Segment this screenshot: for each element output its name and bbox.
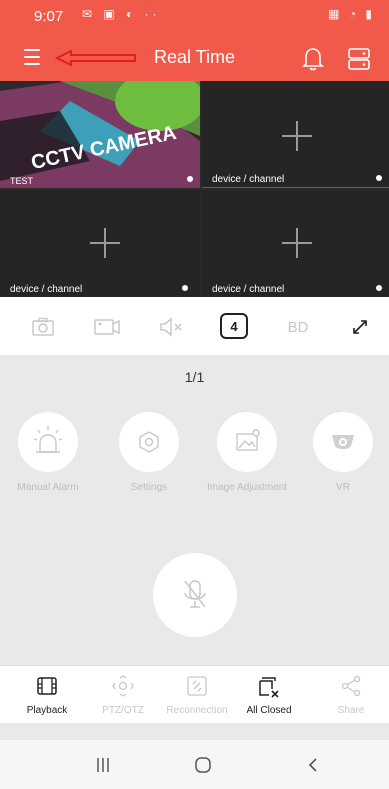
back-button[interactable]: [298, 753, 328, 777]
settings-icon: [139, 431, 159, 453]
reconnection-label: Reconnection: [166, 705, 228, 716]
recent-apps-button[interactable]: [88, 753, 118, 777]
notification-icons: ✉ ▣ ◐ ··: [82, 7, 161, 21]
playback-label: Playback: [26, 705, 68, 716]
talk-button[interactable]: [153, 553, 237, 637]
film-icon: [37, 677, 57, 695]
add-channel-icon[interactable]: [282, 121, 312, 151]
ptz-label: PTZ/OTZ: [102, 705, 144, 716]
dome-camera-icon: [332, 435, 354, 449]
system-nav-bar: [0, 740, 389, 789]
vr-button[interactable]: VR: [303, 412, 383, 493]
status-dot: [376, 175, 382, 181]
share-label: Share: [337, 705, 365, 716]
settings-button[interactable]: Settings: [109, 412, 189, 493]
status-dot: [182, 285, 188, 291]
split-screen-button[interactable]: 4: [220, 313, 248, 339]
all-closed-button[interactable]: All Closed: [232, 675, 306, 716]
expand-icon: [353, 320, 367, 334]
bottom-action-bar: Playback PTZ/OTZ Reconnection All Closed…: [0, 665, 389, 723]
page-indicator: 1/1: [184, 369, 205, 385]
share-button[interactable]: Share: [314, 675, 388, 716]
status-time: 9:07: [34, 8, 64, 25]
status-dot: [187, 176, 193, 182]
title-bar: Real Time: [0, 36, 389, 80]
reconnect-icon: [187, 676, 207, 696]
status-dot: [376, 285, 382, 291]
mute-button[interactable]: [157, 315, 185, 339]
playback-button[interactable]: Playback: [10, 675, 84, 716]
share-icon: [341, 675, 361, 697]
add-channel-icon[interactable]: [90, 228, 120, 258]
recent-apps-icon: [97, 758, 109, 772]
image-adjustment-button[interactable]: Image Adjustment: [207, 412, 287, 493]
snapshot-button[interactable]: [30, 315, 56, 339]
cell-label: device / channel: [212, 174, 285, 185]
video-cell-4[interactable]: device / channel: [202, 190, 389, 297]
image-adjust-icon: [236, 429, 260, 451]
add-channel-icon[interactable]: [282, 228, 312, 258]
camera-icon: [32, 317, 54, 336]
cell-label: device / channel: [212, 284, 285, 295]
cell-label: TEST: [10, 176, 34, 186]
ptz-button[interactable]: PTZ/OTZ: [86, 675, 160, 716]
settings-label: Settings: [130, 482, 168, 493]
system-icons: ▦ ◔ ▮: [328, 7, 375, 21]
app-header: 9:07 ✉ ▣ ◐ ·· ▦ ◔ ▮ Real Time: [0, 0, 389, 81]
bell-icon[interactable]: [301, 46, 325, 72]
record-button[interactable]: [92, 315, 122, 339]
reconnection-button[interactable]: Reconnection: [160, 675, 234, 716]
status-bar: 9:07 ✉ ▣ ◐ ·· ▦ ◔ ▮: [0, 0, 389, 28]
alarm-light-icon: [33, 426, 63, 453]
home-button[interactable]: [188, 753, 218, 777]
video-grid: CCTV CAMERA TEST device / channel device…: [0, 81, 389, 297]
manual-alarm-label: Manual Alarm: [17, 482, 79, 493]
fullscreen-button[interactable]: [348, 315, 372, 339]
home-icon: [195, 757, 211, 773]
video-record-icon: [94, 319, 120, 335]
video-cell-3[interactable]: device / channel: [0, 190, 200, 297]
manual-alarm-button[interactable]: Manual Alarm: [8, 412, 88, 493]
back-icon: [308, 758, 317, 772]
video-cell-1[interactable]: CCTV CAMERA TEST: [0, 81, 200, 188]
control-panel: 1/1 Manual Alarm Settings Image Adjustme…: [0, 355, 389, 665]
close-all-icon: [259, 677, 279, 698]
cell-label: device / channel: [10, 284, 83, 295]
all-closed-label: All Closed: [246, 705, 292, 716]
image-adjustment-label: Image Adjustment: [207, 482, 288, 493]
speaker-muted-icon: [160, 317, 182, 337]
video-cell-2[interactable]: device / channel: [202, 81, 389, 188]
vr-label: VR: [336, 482, 350, 493]
stream-quality-button[interactable]: BD: [285, 315, 311, 339]
video-toolbar: 4 BD: [0, 297, 389, 355]
device-list-icon[interactable]: [346, 46, 372, 72]
camera-feed-image: CCTV CAMERA: [0, 81, 200, 188]
microphone-off-icon: [184, 580, 206, 608]
page-title: Real Time: [153, 47, 236, 67]
ptz-icon: [112, 675, 134, 697]
